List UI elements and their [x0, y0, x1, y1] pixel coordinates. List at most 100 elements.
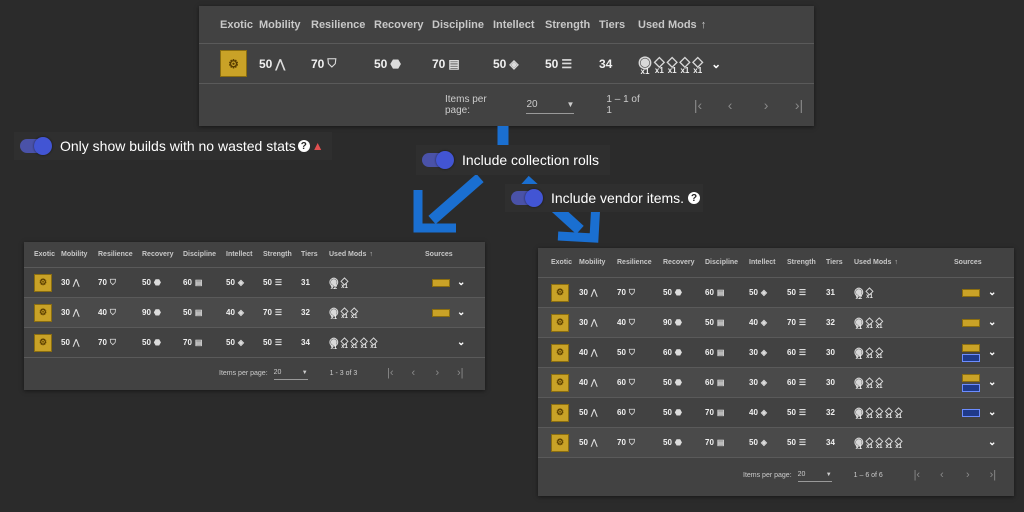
col-exotic[interactable]: Exotic [34, 251, 61, 258]
col-resilience[interactable]: Resilience [617, 259, 663, 266]
table-row[interactable]: ⚙ 40 ⋀ 60 ⛉ 50 ⬣ 60 ▤ 30 ◈ 60 ☰ 30 ◉ x1 ◇ x1 ◇ x1 ⌄ [538, 368, 1014, 398]
resilience-value: 60 [617, 408, 626, 417]
mod-item: ◇ x1 [894, 405, 903, 420]
help-icon[interactable]: ? [688, 192, 701, 204]
col-mobility[interactable]: Mobility [579, 259, 617, 266]
col-discipline[interactable]: Discipline [705, 259, 749, 266]
intellect-icon: ◈ [760, 288, 768, 297]
expand-chevron-icon[interactable]: ⌄ [457, 337, 465, 348]
recovery-value: 60 [663, 348, 672, 357]
col-intellect[interactable]: Intellect [226, 251, 263, 258]
next-page-icon[interactable]: › [955, 469, 981, 481]
toggle-label: Include vendor items. [551, 190, 685, 206]
mod-item: ◇ x1 [865, 345, 874, 360]
col-exotic[interactable]: Exotic [551, 259, 579, 266]
table-row[interactable]: ⚙ 30 ⋀ 40 ⛉ 90 ⬣ 50 ▤ 40 ◈ 70 ☰ 32 ◉ x1 ◇ x1 ◇ x1 ⌄ [538, 308, 1014, 338]
discipline-icon: ▤ [716, 348, 725, 357]
strength-icon: ☰ [798, 378, 807, 387]
exotic-armor-icon: ⚙ [34, 273, 52, 292]
expand-chevron-icon[interactable]: ⌄ [988, 287, 996, 298]
discipline-value: 70 [705, 438, 714, 447]
discipline-value: 60 [705, 378, 714, 387]
col-tiers[interactable]: Tiers [826, 259, 854, 266]
resilience-value: 70 [617, 288, 626, 297]
expand-chevron-icon[interactable]: ⌄ [988, 347, 996, 358]
strength-icon: ☰ [798, 438, 807, 447]
mod-item: ◉ x1 [329, 305, 339, 321]
sources [954, 288, 988, 297]
first-page-icon[interactable]: |‹ [379, 367, 401, 379]
vendor-items-toggle[interactable]: Include vendor items. ? [505, 184, 703, 212]
col-discipline[interactable]: Discipline [183, 251, 226, 258]
vendor-source-icon [962, 383, 980, 392]
discipline-icon: ▤ [194, 278, 203, 287]
resilience-value: 40 [617, 318, 626, 327]
col-strength[interactable]: Strength [263, 251, 301, 258]
page-size-select[interactable]: 20 ▼ [797, 469, 832, 482]
expand-chevron-icon[interactable]: ⌄ [988, 437, 996, 448]
exotic-armor-icon: ⚙ [551, 433, 569, 452]
dropdown-arrow-icon: ▼ [825, 471, 832, 478]
col-mobility[interactable]: Mobility [61, 251, 98, 258]
table-row[interactable]: ⚙ 40 ⋀ 50 ⛉ 60 ⬣ 60 ▤ 30 ◈ 60 ☰ 30 ◉ x1 ◇ x1 ◇ x1 ⌄ [538, 338, 1014, 368]
help-icon[interactable]: ? [297, 140, 310, 152]
prev-page-icon[interactable]: ‹ [929, 469, 955, 481]
col-used-mods[interactable]: Used Mods ↑ [854, 259, 954, 266]
discipline-value: 60 [705, 288, 714, 297]
mobility-value: 40 [579, 378, 588, 387]
next-page-icon[interactable]: › [425, 367, 449, 379]
col-intellect[interactable]: Intellect [749, 259, 787, 266]
discipline-value: 50 [183, 308, 192, 317]
recovery-value: 50 [663, 288, 672, 297]
col-recovery[interactable]: Recovery [663, 259, 705, 266]
no-wasted-stats-toggle[interactable]: Only show builds with no wasted stats ? … [14, 132, 332, 160]
col-sources: Sources [954, 259, 982, 266]
collection-rolls-toggle[interactable]: Include collection rolls [416, 145, 610, 175]
first-page-icon[interactable]: |‹ [905, 469, 929, 481]
mobility-icon: ⋀ [590, 348, 598, 357]
strength-icon: ☰ [274, 278, 283, 287]
table-row[interactable]: ⚙ 30 ⋀ 40 ⛉ 90 ⬣ 50 ▤ 40 ◈ 70 ☰ 32 ◉ x1 ◇ x1 ◇ x1 ⌄ [24, 298, 485, 328]
strength-value: 50 [787, 408, 796, 417]
last-page-icon[interactable]: ›| [981, 469, 1005, 481]
mod-item: ◉ x1 [854, 345, 864, 361]
intellect-icon: ◈ [237, 308, 245, 317]
sort-arrow-icon: ↑ [369, 251, 373, 258]
table-row[interactable]: ⚙ 50 ⋀ 60 ⛉ 50 ⬣ 70 ▤ 40 ◈ 50 ☰ 32 ◉ x1 ◇ x1 ◇ x1 ◇ x1 ◇ x1 ⌄ [538, 398, 1014, 428]
resilience-icon: ⛉ [109, 337, 116, 347]
expand-chevron-icon[interactable]: ⌄ [988, 317, 996, 328]
discipline-value: 70 [705, 408, 714, 417]
items-per-page-label: Items per page: [743, 471, 792, 479]
intellect-value: 50 [749, 438, 758, 447]
exotic-armor-icon: ⚙ [551, 283, 569, 302]
tiers-value: 34 [826, 438, 835, 447]
mod-item: ◇ x1 [894, 435, 903, 450]
expand-chevron-icon[interactable]: ⌄ [457, 277, 465, 288]
expand-chevron-icon[interactable]: ⌄ [988, 377, 996, 388]
col-tiers[interactable]: Tiers [301, 251, 329, 258]
table-row[interactable]: ⚙ 50 ⋀ 70 ⛉ 50 ⬣ 70 ▤ 50 ◈ 50 ☰ 34 ◉ x1 ◇ x1 ◇ x1 ◇ x1 ◇ x1 ⌄ [538, 428, 1014, 458]
expand-chevron-icon[interactable]: ⌄ [988, 407, 996, 418]
resilience-icon: ⛉ [628, 347, 635, 357]
col-strength[interactable]: Strength [787, 259, 826, 266]
prev-page-icon[interactable]: ‹ [401, 367, 425, 379]
table-row[interactable]: ⚙ 30 ⋀ 70 ⛉ 50 ⬣ 60 ▤ 50 ◈ 50 ☰ 31 ◉ x2 ◇ x1 ⌄ [24, 268, 485, 298]
range-label: 1 - 3 of 3 [329, 369, 358, 377]
table-row[interactable]: ⚙ 30 ⋀ 70 ⛉ 50 ⬣ 60 ▤ 50 ◈ 50 ☰ 31 ◉ x2 ◇ x1 ⌄ [538, 278, 1014, 308]
table-header: Exotic Mobility Resilience Recovery Disc… [538, 248, 1014, 278]
sources [425, 278, 457, 287]
last-page-icon[interactable]: ›| [449, 367, 471, 379]
discipline-icon: ▤ [716, 438, 725, 447]
warning-icon: ▲ [311, 139, 324, 153]
col-resilience[interactable]: Resilience [98, 251, 142, 258]
table-row[interactable]: ⚙ 50 ⋀ 70 ⛉ 50 ⬣ 70 ▤ 50 ◈ 50 ☰ 34 ◉ x1 ◇ x1 ◇ x1 ◇ x1 ◇ x1 ⌄ [24, 328, 485, 358]
toggle-thumb [34, 137, 52, 155]
strength-icon: ☰ [274, 308, 283, 317]
col-recovery[interactable]: Recovery [142, 251, 183, 258]
page-size-select[interactable]: 20 ▼ [273, 367, 308, 380]
mod-item: ◉ x1 [854, 375, 864, 391]
expand-chevron-icon[interactable]: ⌄ [457, 307, 465, 318]
recovery-icon: ⬣ [153, 338, 161, 347]
resilience-icon: ⛉ [109, 277, 116, 287]
col-used-mods[interactable]: Used Mods ↑ [329, 251, 425, 258]
